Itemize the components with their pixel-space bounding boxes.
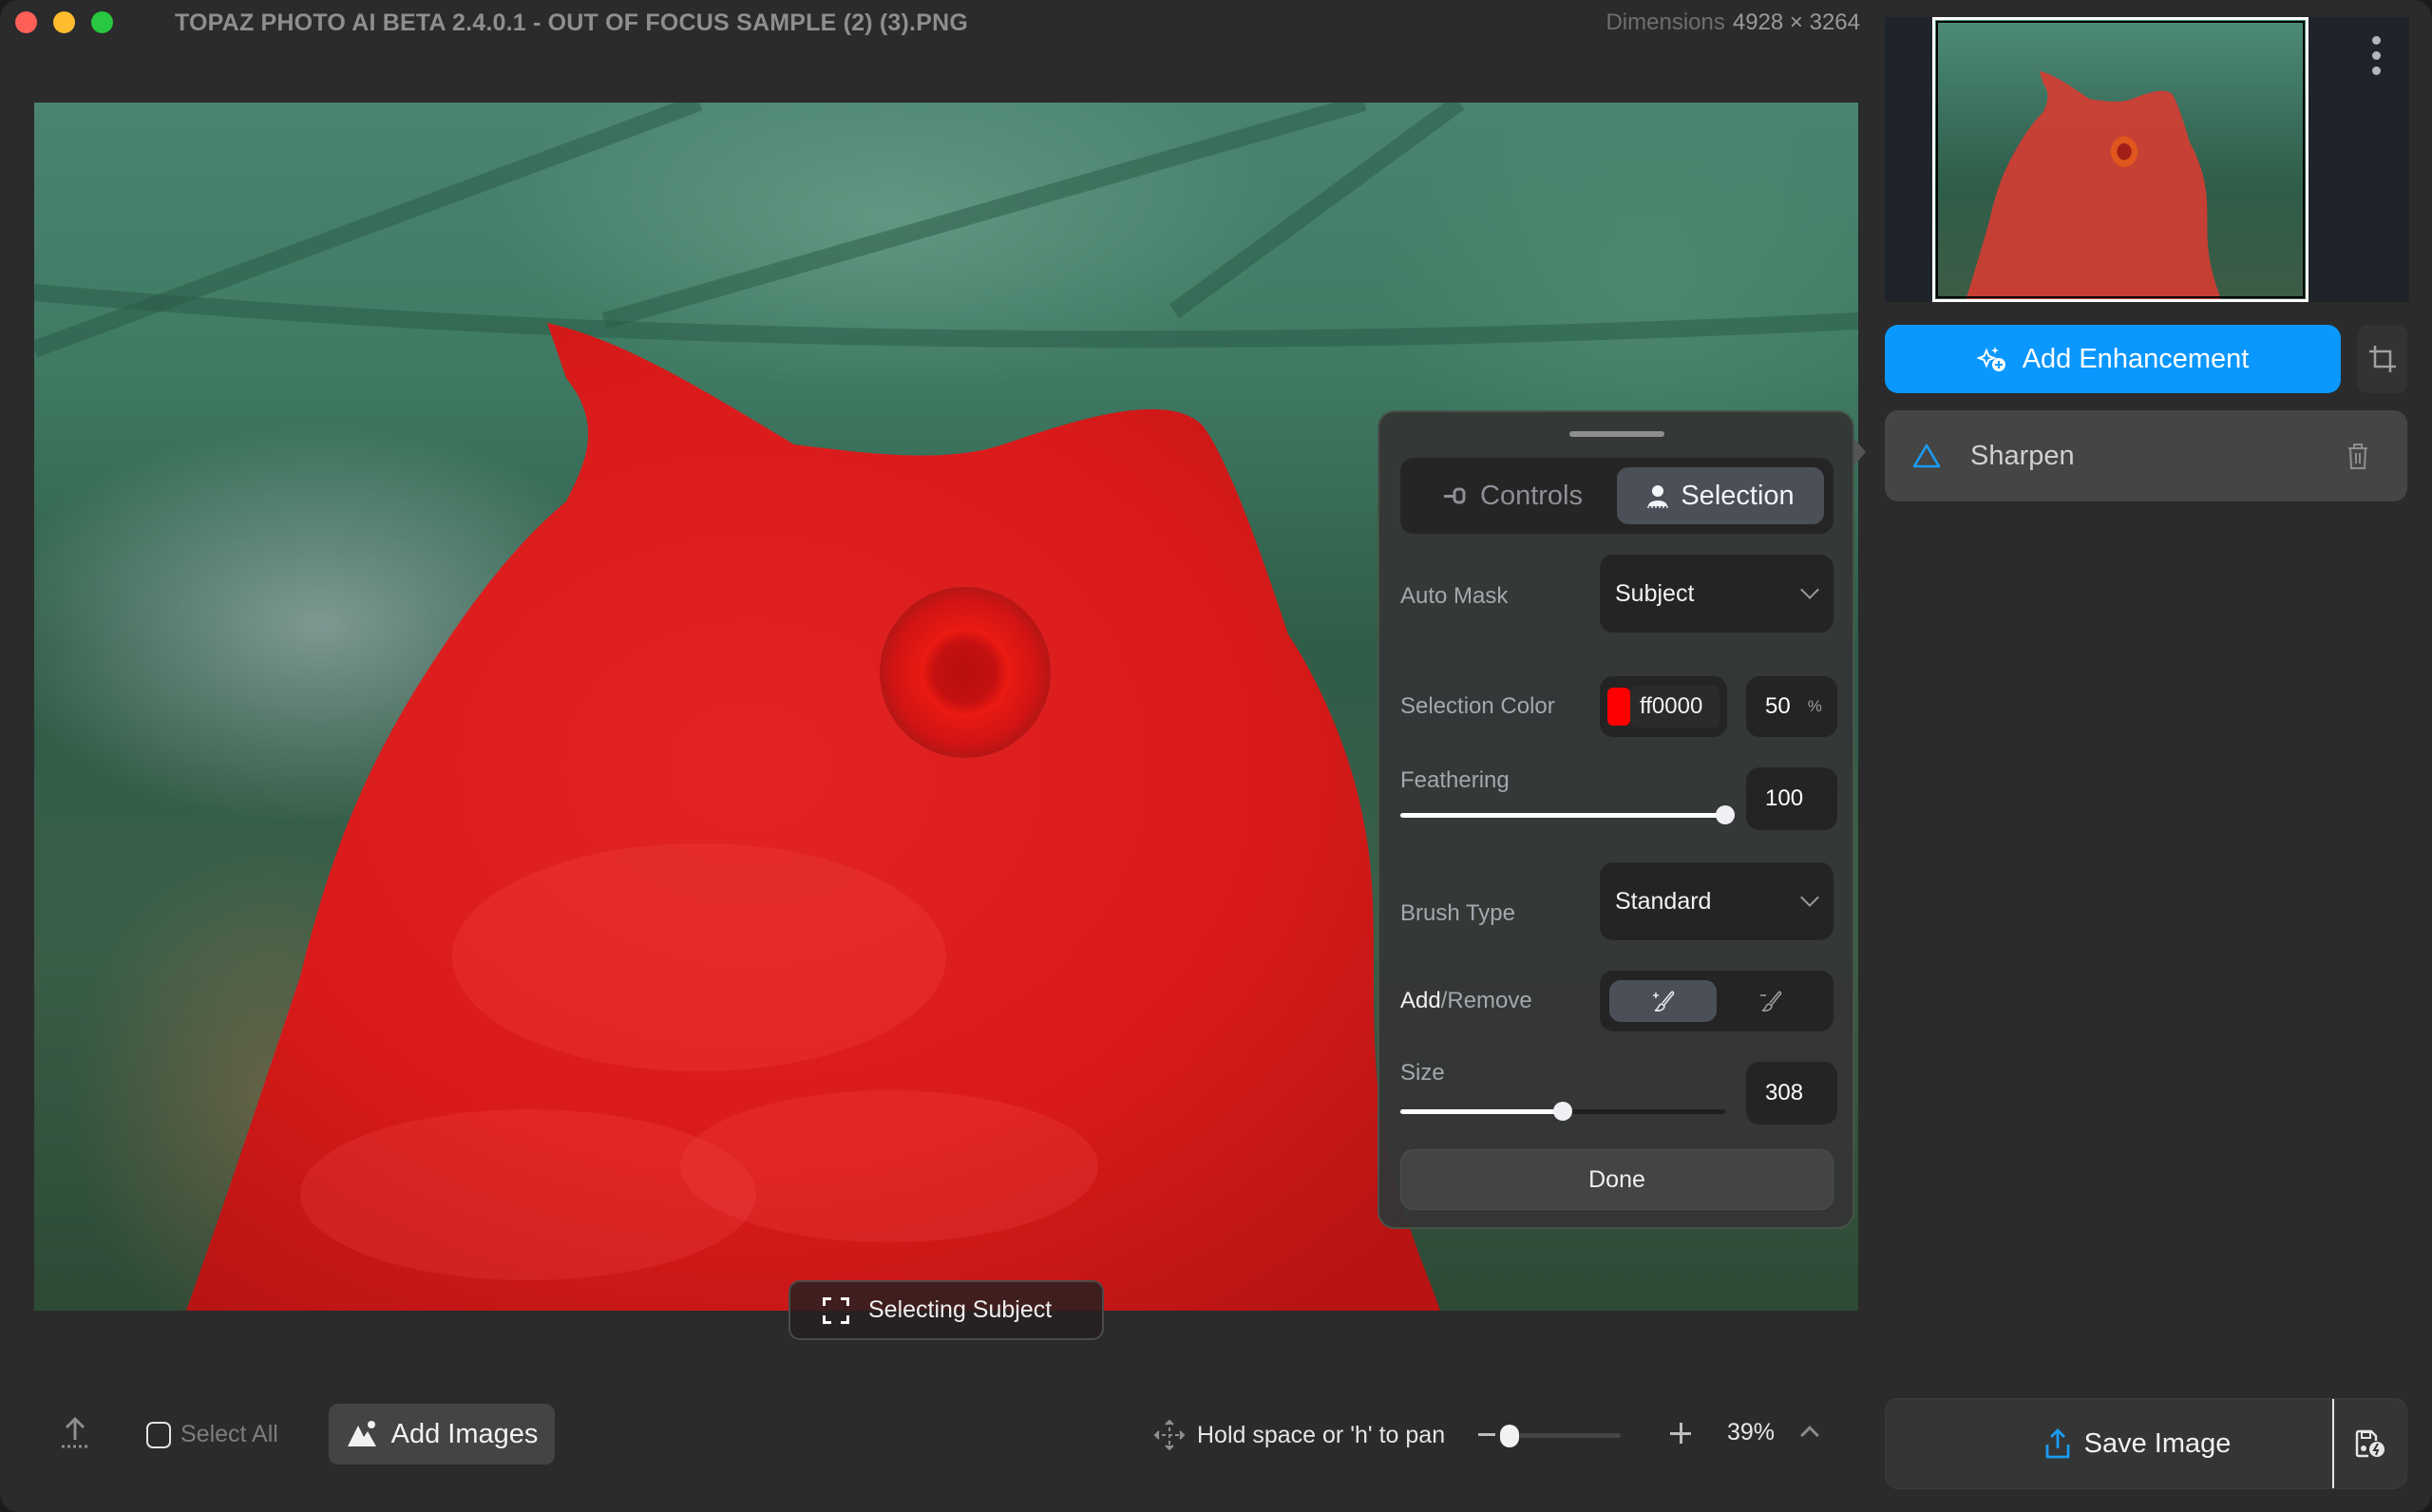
move-arrows-icon (1153, 1419, 1186, 1451)
tab-controls-label: Controls (1480, 480, 1583, 511)
selection-panel: Controls Selection Auto Mask Subject Sel… (1378, 410, 1854, 1229)
selecting-subject-label: Selecting Subject (868, 1296, 1053, 1323)
add-enhancement-button[interactable]: Add Enhancement (1885, 325, 2341, 393)
share-upload-icon (2045, 1428, 2070, 1459)
zoom-out-button[interactable] (1478, 1433, 1495, 1436)
app-window: TOPAZ PHOTO AI BETA 2.4.0.1 - OUT OF FOC… (0, 0, 2432, 1512)
brush-type-dropdown[interactable]: Standard (1600, 862, 1834, 940)
more-options-icon[interactable] (2372, 36, 2381, 75)
add-brush-button[interactable] (1609, 980, 1717, 1022)
subject-select-icon (1647, 485, 1669, 508)
maximize-window-button[interactable] (91, 11, 113, 33)
selecting-subject-badge: Selecting Subject (788, 1280, 1104, 1340)
zoom-control (1478, 1421, 1702, 1449)
navigator-thumbnail[interactable] (1932, 17, 2308, 302)
add-enhancement-label: Add Enhancement (2022, 343, 2250, 374)
panel-drag-handle[interactable] (1569, 431, 1664, 437)
brush-type-label: Brush Type (1400, 900, 1515, 926)
size-label: Size (1400, 1060, 1445, 1086)
chevron-up-icon[interactable] (1800, 1426, 1819, 1445)
remove-brush-button[interactable] (1717, 980, 1824, 1022)
selection-color-picker[interactable]: ff0000 (1600, 676, 1727, 737)
zoom-in-button[interactable] (1670, 1423, 1691, 1444)
chevron-down-icon (1800, 580, 1819, 599)
add-remove-label: Add/Remove (1400, 988, 1532, 1014)
panel-tabs: Controls Selection (1400, 458, 1834, 534)
auto-mask-value: Subject (1615, 579, 1695, 607)
close-window-button[interactable] (15, 11, 37, 33)
selection-opacity-value: 50 (1765, 693, 1791, 719)
size-value: 308 (1765, 1080, 1804, 1106)
auto-mask-label: Auto Mask (1400, 583, 1509, 609)
zoom-slider[interactable] (1503, 1433, 1621, 1438)
remove-label: Remove (1447, 988, 1532, 1013)
dimensions-value: 4928 × 3264 (1732, 9, 1860, 35)
image-dimensions: Dimensions 4928 × 3264 (1606, 9, 1860, 36)
bottom-toolbar: Select All Add Images Hold space or 'h' … (0, 1396, 1862, 1476)
slider-icon (1444, 487, 1466, 504)
triangle-icon (1912, 444, 1941, 468)
color-swatch[interactable] (1607, 688, 1630, 726)
window-title: TOPAZ PHOTO AI BETA 2.4.0.1 - OUT OF FOC… (175, 9, 968, 36)
size-slider[interactable] (1400, 1102, 1725, 1121)
tab-selection-label: Selection (1681, 480, 1795, 511)
thumbnail-image (1966, 70, 2221, 299)
quick-save-icon (2355, 1429, 2384, 1458)
feathering-slider-handle[interactable] (1716, 805, 1735, 824)
navigator-panel (1885, 17, 2409, 302)
feathering-slider-fill (1400, 813, 1725, 818)
export-queue-button[interactable] (59, 1415, 91, 1454)
size-slider-fill (1400, 1109, 1563, 1114)
tab-selection[interactable]: Selection (1617, 467, 1824, 524)
pan-hint: Hold space or 'h' to pan (1153, 1419, 1445, 1451)
save-image-label: Save Image (2083, 1427, 2232, 1459)
brush-remove-icon (1759, 991, 1781, 1012)
panel-collapse-arrow-icon[interactable] (1854, 439, 1866, 465)
brush-type-value: Standard (1615, 887, 1712, 915)
dimensions-label: Dimensions (1606, 9, 1725, 35)
sparkle-add-icon (1976, 347, 2005, 371)
background-net (34, 103, 1858, 358)
add-images-label: Add Images (390, 1418, 539, 1449)
crop-icon (2369, 346, 2396, 372)
done-button[interactable]: Done (1400, 1149, 1834, 1210)
quick-export-button[interactable] (2334, 1399, 2406, 1488)
feathering-slider[interactable] (1400, 805, 1735, 824)
selection-color-label: Selection Color (1400, 693, 1555, 719)
feathering-label: Feathering (1400, 767, 1510, 793)
save-image-group: Save Image (1885, 1398, 2407, 1489)
add-remove-toggle (1600, 971, 1834, 1031)
enhancement-label: Sharpen (1970, 440, 2075, 471)
size-slider-handle[interactable] (1553, 1102, 1572, 1121)
size-value-input[interactable]: 308 (1746, 1062, 1837, 1125)
select-all-label: Select All (180, 1421, 278, 1447)
owl-eye (880, 587, 1051, 758)
selection-opacity-input[interactable]: 50 % (1746, 676, 1837, 737)
feathering-value-input[interactable]: 100 (1746, 767, 1837, 830)
zoom-percentage[interactable]: 39% (1727, 1419, 1775, 1446)
trash-icon[interactable] (2346, 442, 2369, 470)
brush-add-icon (1652, 991, 1674, 1012)
select-all-checkbox[interactable]: Select All (146, 1421, 278, 1448)
upload-arrow-icon (62, 1416, 88, 1448)
add-label: Add (1400, 988, 1441, 1013)
enhancement-item-sharpen[interactable]: Sharpen (1885, 410, 2407, 501)
feathering-value: 100 (1765, 785, 1804, 811)
selection-color-hex-input[interactable]: ff0000 (1630, 686, 1720, 728)
minimize-window-button[interactable] (53, 11, 75, 33)
image-mountain-icon (347, 1421, 376, 1446)
save-image-button[interactable]: Save Image (1886, 1399, 2332, 1488)
checkbox-icon (146, 1421, 171, 1448)
focus-frame-icon (823, 1296, 849, 1324)
crop-button[interactable] (2358, 325, 2407, 393)
auto-mask-dropdown[interactable]: Subject (1600, 555, 1834, 633)
tab-controls[interactable]: Controls (1410, 467, 1617, 524)
pan-hint-label: Hold space or 'h' to pan (1197, 1421, 1446, 1448)
window-controls (15, 11, 113, 33)
zoom-slider-handle[interactable] (1500, 1425, 1520, 1447)
percent-unit: % (1807, 697, 1822, 715)
chevron-down-icon (1800, 888, 1819, 907)
add-images-button[interactable]: Add Images (329, 1404, 555, 1465)
